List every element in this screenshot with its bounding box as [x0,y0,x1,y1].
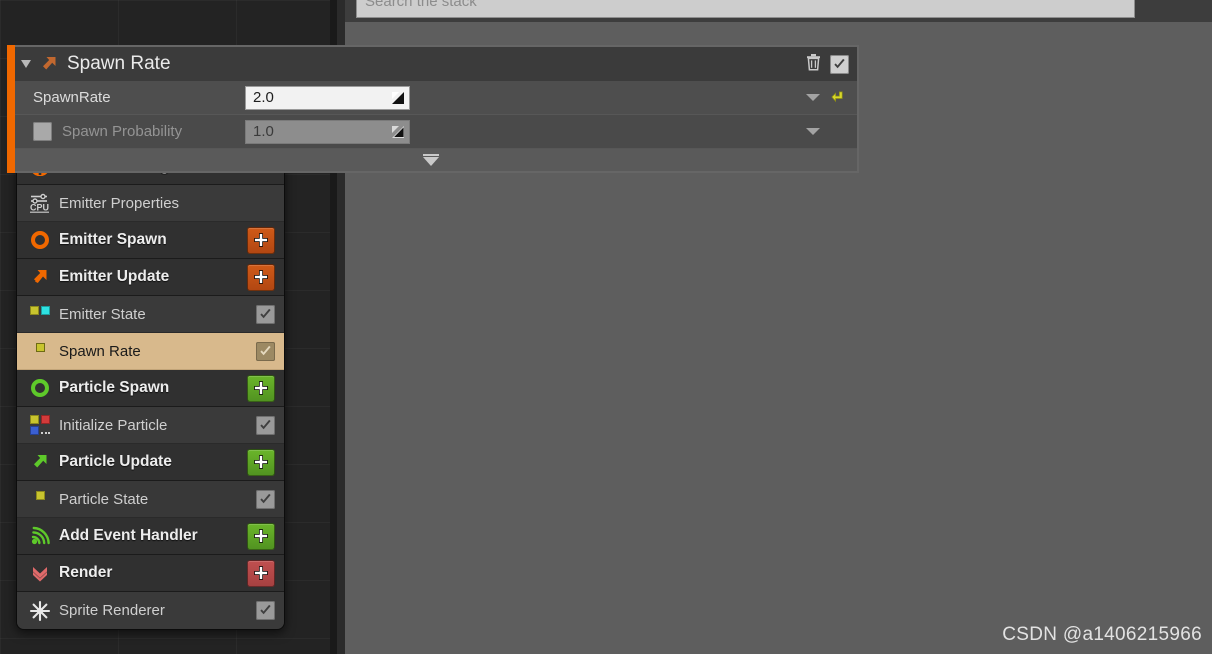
property-label: Spawn Probability [62,123,183,140]
niagara-emitter-editor: study [0,0,1212,654]
add-renderer-button[interactable] [247,559,275,587]
module-sprite-renderer[interactable]: Sprite Renderer [17,592,284,629]
module-particle-state[interactable]: Particle State [17,481,284,518]
circle-ring-green-icon [27,378,53,398]
spawn-probability-value-input[interactable]: 1.0 [245,119,410,144]
property-row-spawnrate[interactable]: SpawnRate 2.0 [15,81,857,115]
module-spawn-rate[interactable]: Spawn Rate [17,333,284,370]
section-emitter-spawn[interactable]: Emitter Spawn [17,222,284,259]
section-add-event-handler[interactable]: Add Event Handler [17,518,284,555]
trash-icon[interactable] [805,53,822,76]
section-emitter-update[interactable]: Emitter Update [17,259,284,296]
add-emitter-spawn-button[interactable] [247,226,275,254]
spawn-probability-checkbox[interactable] [33,122,52,141]
spawnrate-value-input[interactable]: 2.0 [245,85,410,110]
section-label: Render [59,564,113,581]
section-render[interactable]: Render [17,555,284,592]
module-initialize-particle[interactable]: Initialize Particle [17,407,284,444]
one-square-icon [27,490,53,500]
module-label: Particle State [59,490,149,508]
section-particle-update[interactable]: Particle Update [17,444,284,481]
section-label: Particle Spawn [59,379,170,396]
spawn-rate-enabled-checkbox[interactable] [256,341,275,361]
add-particle-spawn-button[interactable] [247,374,275,402]
module-enabled-checkbox[interactable] [830,54,849,74]
property-row-spawn-probability[interactable]: Spawn Probability 1.0 [15,115,857,149]
one-square-icon [27,342,53,352]
expand-all-icon[interactable] [423,154,439,166]
emitter-state-enabled-checkbox[interactable] [256,304,275,324]
property-label: SpawnRate [33,89,111,106]
search-placeholder: Search the stack [365,0,477,10]
section-label: Emitter Spawn [59,231,167,248]
svg-text:CPU: CPU [30,203,49,213]
module-label: Spawn Rate [59,342,141,360]
property-label-wrap: Spawn Probability [33,122,245,141]
particle-state-enabled-checkbox[interactable] [256,489,275,509]
reset-arrow-icon[interactable] [830,90,845,105]
arrow-orange-icon [39,54,59,74]
module-title: Spawn Rate [67,53,171,74]
section-label: Add Event Handler [59,527,198,544]
expand-corner-icon[interactable] [391,125,405,139]
signal-green-icon [27,526,53,546]
initialize-particle-enabled-checkbox[interactable] [256,415,275,435]
sprite-renderer-enabled-checkbox[interactable] [256,601,275,620]
add-emitter-update-button[interactable] [247,263,275,291]
module-label: Emitter Properties [59,194,180,212]
arrow-green-icon [27,452,53,472]
module-header[interactable]: Spawn Rate [15,47,857,81]
sparkle-icon [27,600,53,622]
section-label: Emitter Update [59,268,170,285]
section-particle-spawn[interactable]: Particle Spawn [17,370,284,407]
four-squares-icon [27,415,53,435]
expand-corner-icon[interactable] [391,91,405,105]
two-squares-icon [27,305,53,315]
property-value: 1.0 [253,123,274,140]
property-value: 2.0 [253,89,274,106]
triangle-collapse-icon[interactable] [21,60,31,68]
watermark: CSDN @a1406215966 [1002,624,1202,645]
add-particle-update-button[interactable] [247,448,275,476]
module-emitter-state[interactable]: Emitter State [17,296,284,333]
section-label: Particle Update [59,453,172,470]
module-label: Initialize Particle [59,416,168,434]
chevron-down-icon[interactable] [806,128,820,135]
module-emitter-properties[interactable]: CPU Emitter Properties [17,185,284,222]
module-label: Sprite Renderer [59,602,165,619]
arrow-orange-icon [27,267,53,287]
add-event-handler-button[interactable] [247,522,275,550]
cpu-icon: CPU [27,193,53,213]
module-accent-bar [7,45,15,173]
reset-placeholder [830,124,845,139]
search-input[interactable]: Search the stack [356,0,1135,18]
stack-module-card: Spawn Rate SpawnRate 2.0 Spawn Probabili… [7,45,859,173]
circle-ring-orange-icon [27,230,53,250]
chevron-down-icon[interactable] [806,94,820,101]
stack-search-bar: Search the stack [345,0,1212,22]
double-chevron-red-icon [27,563,53,583]
module-label: Emitter State [59,305,146,323]
module-footer[interactable] [15,149,857,171]
